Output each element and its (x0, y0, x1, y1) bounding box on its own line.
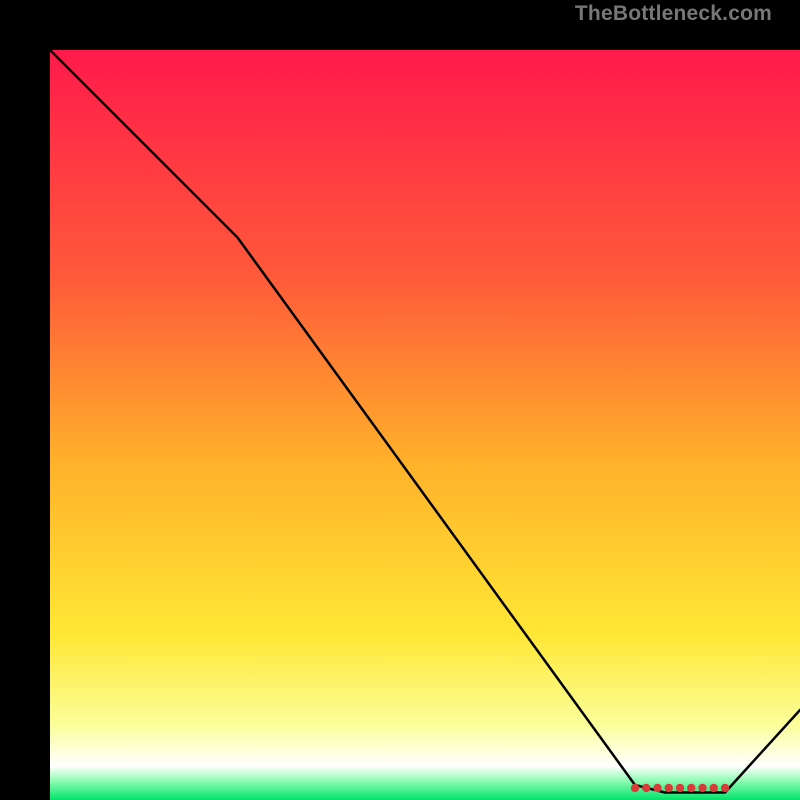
optimal-marker (698, 784, 706, 792)
chart-plot-area (25, 25, 775, 775)
optimal-marker (631, 784, 639, 792)
optimal-marker (721, 784, 729, 792)
optimal-marker (710, 784, 718, 792)
optimal-marker (665, 784, 673, 792)
optimal-marker (687, 784, 695, 792)
watermark-text: TheBottleneck.com (575, 2, 772, 26)
optimal-zone-markers (631, 784, 729, 792)
optimal-marker (642, 784, 650, 792)
optimal-marker (676, 784, 684, 792)
chart-svg (50, 50, 800, 800)
optimal-marker (653, 784, 661, 792)
